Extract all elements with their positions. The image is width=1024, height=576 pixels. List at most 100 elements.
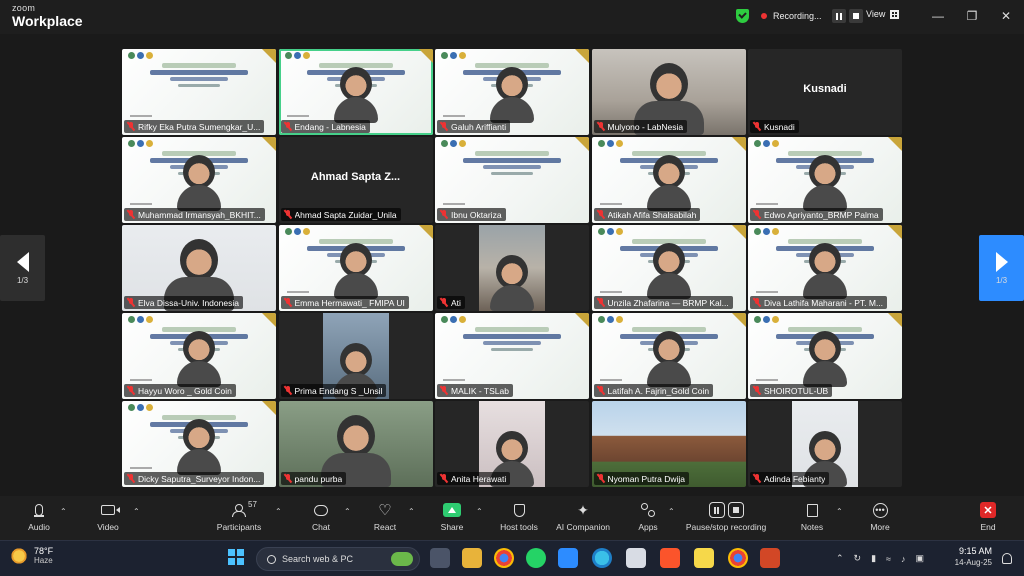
participant-tile[interactable]: pandu purba: [278, 401, 433, 487]
participants-label: Participants: [216, 522, 262, 532]
share-options-caret[interactable]: ⌃: [476, 507, 483, 516]
participant-tile[interactable]: SHOIROTUL-UB: [748, 313, 902, 399]
participant-tile[interactable]: Latifah A. Fajrin_Gold Coin: [591, 313, 746, 399]
chrome-profile-icon[interactable]: [728, 548, 748, 568]
apps-options-caret[interactable]: ⌃: [668, 507, 675, 516]
participant-tile[interactable]: Ibnu Oktariza: [435, 137, 589, 223]
powerpoint-icon[interactable]: [760, 548, 780, 568]
logo-bottom-text: Workplace: [12, 13, 83, 29]
weather-widget[interactable]: 78°F Haze: [10, 546, 53, 565]
zoom-workplace-logo: zoom Workplace: [12, 4, 83, 29]
task-view-icon[interactable]: [430, 548, 450, 568]
participant-name: SHOIROTUL-UB: [764, 385, 829, 396]
clock-date: 14-Aug-25: [954, 558, 992, 567]
snipping-tool-icon[interactable]: [626, 548, 646, 568]
sync-icon[interactable]: ↻: [854, 553, 862, 564]
taskbar-search[interactable]: Search web & PC: [256, 547, 420, 571]
battery-status-icon[interactable]: ▣: [916, 553, 925, 564]
chevron-left-icon: [16, 251, 29, 272]
participant-tile[interactable]: Ati: [435, 225, 589, 311]
wifi-icon[interactable]: ≈: [886, 554, 891, 564]
participant-name: Atikah Afifa Shalsabilah: [607, 209, 697, 220]
tray-overflow-icon[interactable]: ⌃: [836, 553, 844, 564]
chat-options-caret[interactable]: ⌃: [344, 507, 351, 516]
participant-tile[interactable]: Kusnadi Kusnadi: [748, 49, 902, 135]
mic-muted-icon: [284, 210, 292, 219]
brave-icon[interactable]: [660, 548, 680, 568]
file-explorer-icon[interactable]: [462, 548, 482, 568]
participant-tile[interactable]: Edwo Apriyanto_BRMP Palma: [748, 137, 902, 223]
participant-tile[interactable]: Hayyu Woro _ Gold Coin: [122, 313, 276, 399]
edge-icon[interactable]: [592, 548, 612, 568]
participant-tile[interactable]: Emma Hermawati_ FMIPA UI: [278, 225, 433, 311]
audio-options-caret[interactable]: ⌃: [60, 507, 67, 516]
video-button[interactable]: Video: [78, 500, 138, 532]
minimize-button[interactable]: —: [928, 7, 948, 25]
slide-footer-line: [756, 379, 778, 381]
host-tools-button[interactable]: Host tools: [489, 500, 549, 532]
participant-name-label: Latifah A. Fajrin_Gold Coin: [593, 384, 714, 397]
participant-tile[interactable]: Diva Lathifa Maharani - PT. M...: [748, 225, 902, 311]
sticky-notes-icon[interactable]: [694, 548, 714, 568]
participant-tile[interactable]: MALIK - TSLab: [435, 313, 589, 399]
notification-bell-icon[interactable]: [1002, 553, 1012, 564]
next-page-button[interactable]: 1/3: [979, 235, 1024, 301]
slide-corner-ribbon: [888, 137, 902, 151]
participant-tile[interactable]: Rifky Eka Putra Sumengkar_U...: [122, 49, 276, 135]
chat-button[interactable]: Chat: [291, 500, 351, 532]
mic-muted-icon: [127, 474, 135, 483]
participant-name-label: Atikah Afifa Shalsabilah: [593, 208, 701, 221]
participant-tile[interactable]: Galuh Ariffianti: [435, 49, 589, 135]
participant-tile[interactable]: Prima Endang S _Unsil: [278, 313, 433, 399]
participant-name-label: Emma Hermawati_ FMIPA UI: [280, 296, 409, 309]
notes-button[interactable]: Notes: [782, 500, 842, 532]
participant-tile[interactable]: Nyoman Putra Dwija: [591, 401, 746, 487]
participant-name-label: SHOIROTUL-UB: [750, 384, 833, 397]
ai-companion-button[interactable]: ✦ AI Companion: [553, 500, 613, 532]
participant-tile[interactable]: Anita Herawati: [435, 401, 589, 487]
windows-start-icon[interactable]: [228, 549, 244, 565]
react-options-caret[interactable]: ⌃: [408, 507, 415, 516]
pause-stop-recording-button[interactable]: Pause/stop recording: [686, 500, 766, 532]
chrome-icon[interactable]: [494, 548, 514, 568]
slide-logos: [597, 228, 623, 235]
weather-condition: Haze: [34, 556, 53, 565]
participant-tile[interactable]: Mulyono - LabNesia: [591, 49, 746, 135]
view-button[interactable]: View: [866, 9, 900, 19]
previous-page-button[interactable]: 1/3: [0, 235, 45, 301]
whatsapp-icon[interactable]: [526, 548, 546, 568]
video-options-caret[interactable]: ⌃: [133, 507, 140, 516]
participants-options-caret[interactable]: ⌃: [275, 507, 282, 516]
audio-button[interactable]: Audio: [9, 500, 69, 532]
share-button[interactable]: Share: [422, 500, 482, 532]
notes-options-caret[interactable]: ⌃: [836, 507, 843, 516]
pause-recording-label: Pause/stop recording: [685, 522, 767, 532]
end-meeting-button[interactable]: ✕ End: [958, 500, 1018, 532]
pause-recording-button[interactable]: [831, 9, 846, 23]
encryption-shield-icon[interactable]: [736, 9, 749, 23]
recording-label: Recording...: [773, 11, 822, 21]
stop-recording-button[interactable]: [848, 9, 863, 23]
participant-tile[interactable]: Unzila Zhafarina — BRMP Kal...: [591, 225, 746, 311]
volume-icon[interactable]: ♪: [901, 554, 906, 564]
participant-tile[interactable]: Atikah Afifa Shalsabilah: [591, 137, 746, 223]
mic-muted-icon: [597, 474, 605, 483]
participant-tile[interactable]: Endang - Labnesia: [278, 49, 433, 135]
close-button[interactable]: ✕: [996, 7, 1016, 25]
participant-tile[interactable]: Dicky Saputra_Surveyor Indon...: [122, 401, 276, 487]
taskbar-clock[interactable]: 9:15 AM 14-Aug-25: [950, 546, 992, 567]
react-button[interactable]: ♡ React: [355, 500, 415, 533]
zoom-app-icon[interactable]: [558, 548, 578, 568]
participant-tile[interactable]: Elva Dissa-Univ. Indonesia: [122, 225, 276, 311]
slide-corner-ribbon: [888, 313, 902, 327]
participant-tile[interactable]: Muhammad Irmansyah_BKHIT...: [122, 137, 276, 223]
slide-corner-ribbon: [575, 137, 589, 151]
participants-button[interactable]: 57 Participants: [209, 500, 269, 532]
battery-icon[interactable]: ▮: [871, 553, 876, 564]
participant-tile[interactable]: Adinda Febianty: [748, 401, 902, 487]
chevron-right-icon: [995, 251, 1008, 272]
participant-tile[interactable]: Ahmad Sapta Z... Ahmad Sapta Zuidar_Unila: [278, 137, 433, 223]
more-button[interactable]: ••• More: [850, 500, 910, 532]
apps-button[interactable]: Apps: [618, 500, 678, 532]
restore-button[interactable]: ❐: [962, 7, 982, 25]
